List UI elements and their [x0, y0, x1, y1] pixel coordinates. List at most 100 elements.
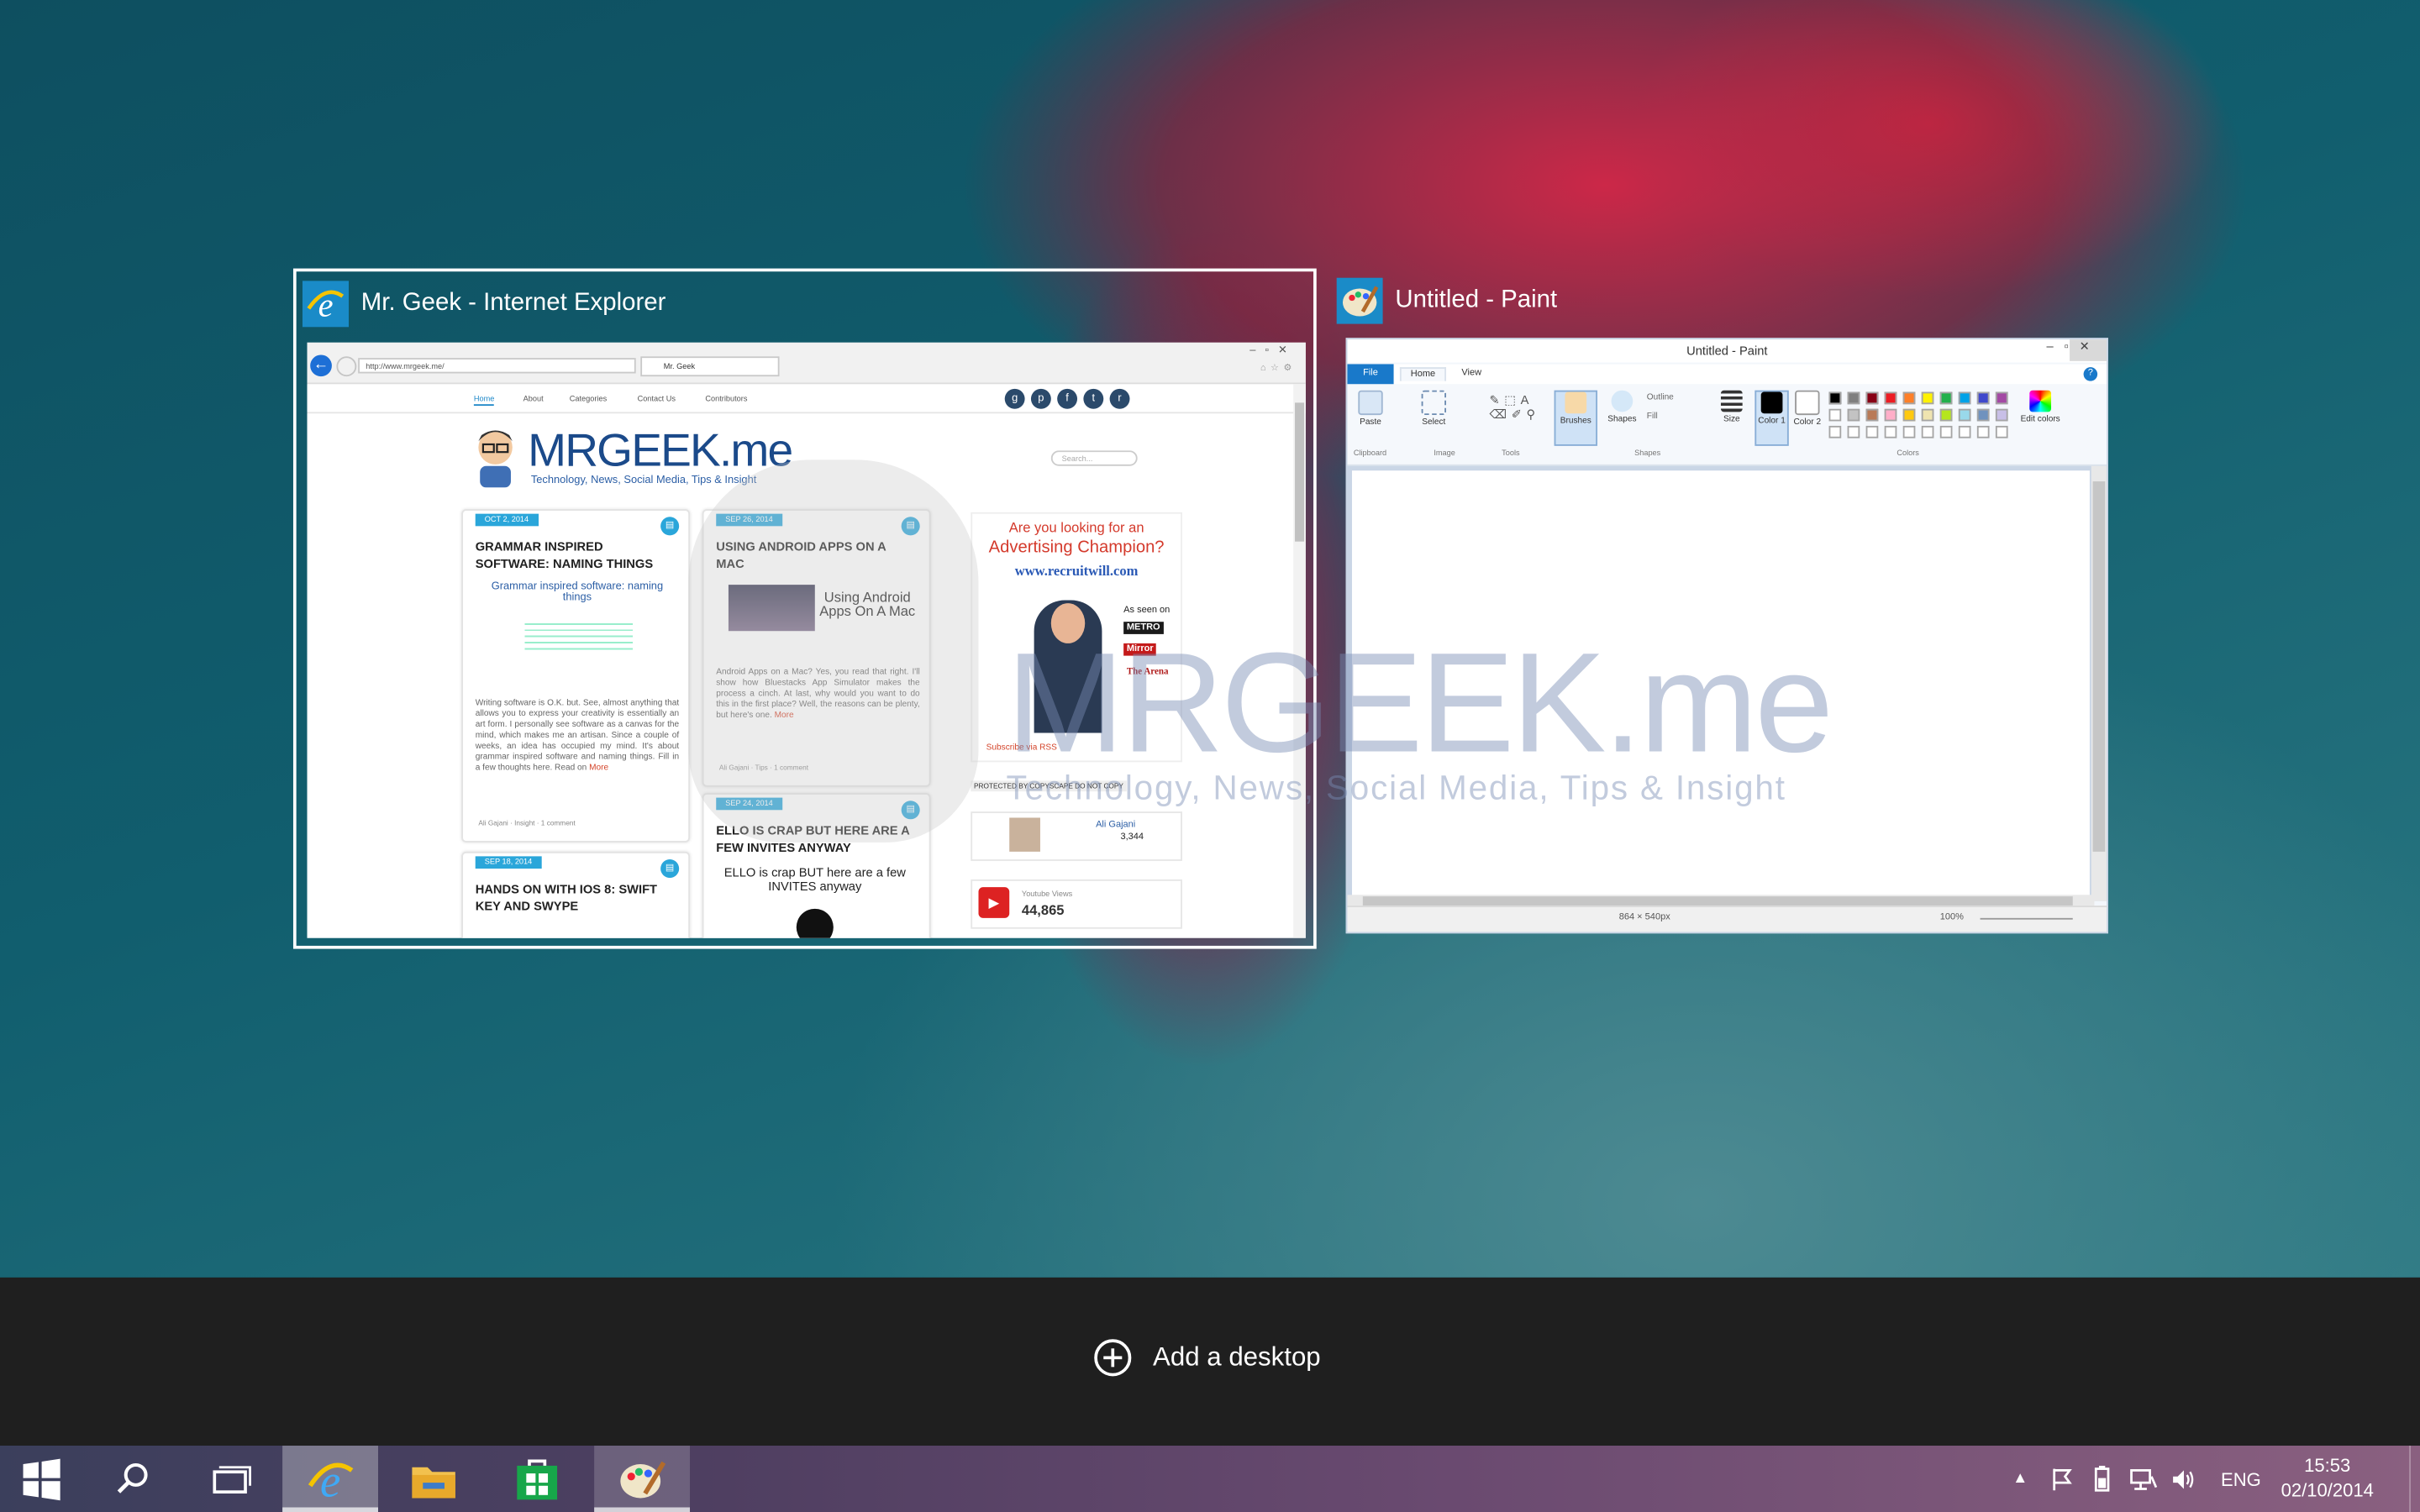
window-title: Untitled - Paint [1395, 286, 1558, 313]
clock-date: 02/10/2014 [2281, 1479, 2374, 1502]
post-meta: Ali Gajani · Tips · 1 comment [718, 764, 809, 772]
color1-button: Color 1 [1754, 390, 1789, 446]
subscribe-link: Subscribe via RSS [986, 743, 1057, 753]
youtube-count: 44,865 [1021, 902, 1065, 918]
taskbar: e ▲ ENG 15:53 02/10/2014 [0, 1446, 2420, 1512]
ad-line-1: Are you looking for an [1008, 519, 1144, 536]
site-logo: MRGEEK.me [528, 425, 793, 477]
show-desktop-button[interactable] [2409, 1446, 2420, 1512]
post-date: SEP 24, 2014 [716, 797, 782, 811]
battery-icon[interactable] [2090, 1464, 2114, 1493]
task-view-icon [213, 1465, 251, 1494]
network-icon[interactable] [2130, 1467, 2158, 1491]
window-title: Mr. Geek - Internet Explorer [360, 290, 666, 317]
outline-button: Outline [1646, 393, 1674, 403]
taskbar-store[interactable] [489, 1446, 585, 1512]
browser-tool-icons: ⌂☆⚙ [1260, 364, 1297, 374]
size-icon [1720, 390, 1743, 412]
start-button[interactable] [0, 1446, 83, 1512]
plus-icon [1094, 1339, 1132, 1377]
add-desktop-button[interactable]: Add a desktop [1094, 1339, 1321, 1377]
author-widget: Ali Gajani 3,344 [971, 811, 1182, 861]
browser-tab: Mr. Geek [640, 356, 780, 377]
address-bar: http://www.mrgeek.me/ [358, 358, 636, 374]
color-swatch [1958, 425, 1971, 438]
post-date: OCT 2, 2014 [475, 513, 539, 527]
as-seen-on: As seen on [1123, 606, 1171, 616]
group-image: Image [1434, 449, 1455, 459]
ello-logo [796, 908, 834, 938]
language-indicator[interactable]: ENG [2221, 1468, 2261, 1490]
zoom-slider [1980, 917, 2073, 920]
search-button[interactable] [87, 1446, 179, 1512]
color-swatch [1976, 408, 1990, 422]
taskbar-file-explorer[interactable] [386, 1446, 481, 1512]
volume-icon[interactable] [2170, 1467, 2197, 1491]
post-title: GRAMMAR INSPIRED SOFTWARE: NAMING THINGS [475, 539, 654, 571]
press-logo: Mirror [1123, 643, 1157, 656]
color-swatch [1902, 408, 1916, 422]
author-name: Ali Gajani [1096, 821, 1136, 831]
press-logo: The Arena [1126, 668, 1169, 678]
group-colors: Colors [1897, 449, 1919, 459]
clock-time: 15:53 [2304, 1455, 2351, 1477]
nav-contact: Contact Us [637, 395, 676, 405]
select-icon [1421, 390, 1447, 416]
taskbar-paint[interactable] [594, 1446, 691, 1512]
ad-line-2: Advertising Champion? [988, 538, 1165, 558]
site-tagline: Technology, News, Social Media, Tips & I… [530, 475, 757, 486]
google-plus-icon: g [1004, 388, 1025, 409]
window-thumbnail-paint[interactable]: Untitled - Paint Untitled - Paint –▫✕ Fi… [1336, 275, 2115, 938]
internet-explorer-icon: e [308, 1455, 354, 1504]
pinterest-icon: p [1030, 388, 1051, 409]
clock[interactable]: 15:53 02/10/2014 [2281, 1453, 2374, 1503]
size-button: Size [1715, 390, 1749, 424]
canvas-area [1347, 465, 2107, 901]
color-swatch [1847, 391, 1860, 405]
post-date: SEP 26, 2014 [716, 513, 782, 527]
window-thumbnail-internet-explorer[interactable]: e Mr. Geek - Internet Explorer ← http://… [292, 268, 1317, 949]
mascot-logo [471, 426, 520, 488]
zoom-level: 100% [1939, 913, 1964, 923]
site-search-field: Search... [1050, 450, 1138, 466]
internet-explorer-preview: ← http://www.mrgeek.me/ Mr. Geek –▫✕ ⌂☆⚙… [307, 342, 1306, 938]
color-swatch [1828, 408, 1842, 422]
paint-icon [620, 1460, 666, 1498]
action-center-flag-icon[interactable] [2049, 1467, 2074, 1491]
thumbnail-header: e Mr. Geek - Internet Explorer [302, 278, 666, 330]
paste-button: Paste [1354, 390, 1387, 428]
forward-icon [336, 356, 357, 377]
author-avatar [1009, 817, 1040, 852]
post-card: SEP 24, 2014 ▤ ELLO IS CRAP BUT HERE ARE… [702, 793, 931, 938]
site-navigation: Home About Categories Contact Us Contrib… [307, 384, 1306, 414]
color-swatch [1939, 408, 1953, 422]
color-swatch [1939, 391, 1953, 405]
post-image [728, 585, 815, 632]
internet-explorer-icon: e [302, 281, 350, 328]
tool-icons: ✎⬚A ⌫✐⚲ [1489, 393, 1540, 422]
color2-swatch [1795, 390, 1820, 416]
select-button: Select [1415, 390, 1452, 428]
color-swatch [1847, 408, 1860, 422]
post-title: ELLO IS CRAP BUT HERE ARE A FEW INVITES … [716, 823, 910, 855]
color-swatch [1865, 425, 1879, 438]
document-icon: ▤ [660, 859, 680, 879]
show-hidden-icons[interactable]: ▲ [2012, 1470, 2028, 1487]
system-tray: ▲ ENG [2007, 1446, 2285, 1512]
nav-contributors: Contributors [705, 395, 748, 405]
thumbnail-header: Untitled - Paint [1336, 275, 1558, 327]
post-card: SEP 18, 2014 ▤ HANDS ON WITH IOS 8: SWIF… [461, 851, 691, 938]
fill-button: Fill [1646, 412, 1658, 422]
virtual-desktops-bar: Add a desktop [0, 1277, 2420, 1446]
graduate-face [1050, 603, 1086, 643]
author-count: 3,344 [1120, 832, 1144, 843]
tab-home: Home [1399, 367, 1447, 381]
taskbar-internet-explorer[interactable]: e [282, 1446, 379, 1512]
vertical-scrollbar [2091, 465, 2107, 901]
color-swatch [1995, 408, 2008, 422]
task-view-button[interactable] [182, 1446, 278, 1512]
advertisement: Are you looking for an Advertising Champ… [971, 512, 1182, 763]
color-swatch [1884, 425, 1897, 438]
window-controls: –▫✕ [1249, 345, 1297, 357]
windows-logo-icon [23, 1457, 60, 1500]
